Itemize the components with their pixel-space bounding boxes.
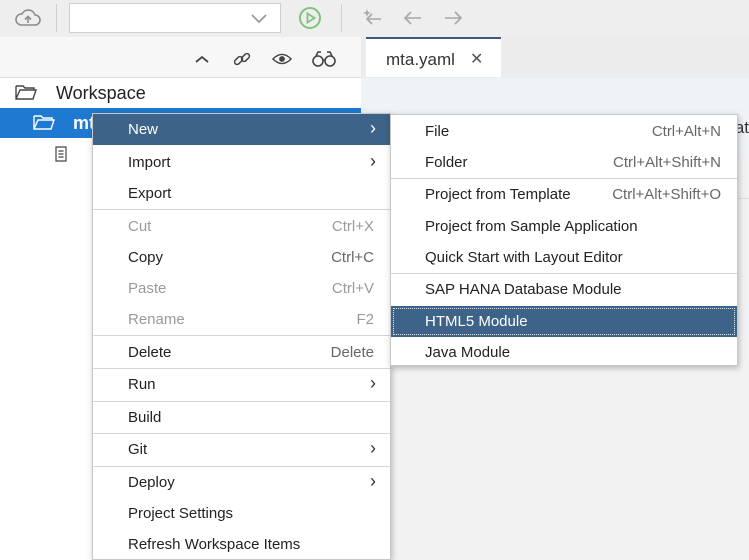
menu-item-label: Paste (128, 280, 167, 297)
main-toolbar (0, 0, 749, 37)
close-icon[interactable]: ✕ (470, 49, 483, 69)
document-icon (54, 146, 68, 167)
menu-item-shortcut: F2 (356, 311, 374, 328)
menu-item-label: Refresh Workspace Items (128, 536, 301, 553)
menu-item-label: Folder (425, 154, 468, 171)
menu-item-shortcut: Ctrl+Alt+Shift+O (612, 186, 721, 203)
menu-item-label: Build (128, 409, 162, 426)
menu-item-label: Project from Sample Application (425, 218, 638, 235)
back-arrow-icon[interactable] (399, 6, 427, 30)
menu-item-label: New (128, 121, 159, 138)
collapse-icon[interactable] (192, 49, 212, 69)
menu-item-shortcut: Ctrl+Alt+Shift+N (613, 154, 721, 171)
sparkle-arrow-icon[interactable] (360, 6, 388, 30)
menu-item-git[interactable]: Git › (93, 434, 390, 465)
menu-item-label: Run (128, 376, 156, 393)
submenu-item-file[interactable]: File Ctrl+Alt+N (391, 116, 737, 147)
menu-item-label: File (425, 123, 450, 140)
chevron-down-icon (250, 11, 268, 30)
menu-item-shortcut: Ctrl+V (331, 280, 374, 297)
chevron-right-icon: › (370, 438, 376, 458)
menu-item-label: Copy (128, 249, 164, 266)
menu-item-import[interactable]: Import › (93, 147, 390, 178)
menu-item-project-settings[interactable]: Project Settings (93, 498, 390, 529)
chevron-right-icon: › (370, 151, 376, 171)
chevron-right-icon: › (370, 471, 376, 491)
toolbar-divider (56, 4, 57, 32)
menu-separator (93, 209, 390, 210)
run-config-combo[interactable] (69, 3, 281, 33)
menu-item-label: Project from Template (425, 186, 571, 203)
tab-label: mta.yaml (386, 50, 455, 69)
menu-item-cut[interactable]: Cut Ctrl+X (93, 211, 390, 242)
menu-item-label: Cut (128, 218, 152, 235)
menu-item-run[interactable]: Run › (93, 369, 390, 400)
menu-item-copy[interactable]: Copy Ctrl+C (93, 242, 390, 273)
forward-arrow-icon[interactable] (439, 6, 467, 30)
workspace-panel-header (0, 37, 361, 78)
menu-item-paste[interactable]: Paste Ctrl+V (93, 273, 390, 304)
submenu-item-html5-module[interactable]: HTML5 Module (391, 306, 737, 337)
menu-item-label: Import (128, 154, 171, 171)
menu-item-refresh-workspace[interactable]: Refresh Workspace Items (93, 529, 390, 560)
menu-item-rename[interactable]: Rename F2 (93, 304, 390, 335)
menu-item-label: Java Module (425, 344, 511, 361)
menu-item-shortcut: Ctrl+X (331, 218, 374, 235)
menu-item-label: Deploy (128, 474, 175, 491)
menu-item-new[interactable]: New › (93, 114, 390, 145)
menu-item-build[interactable]: Build (93, 402, 390, 433)
chevron-right-icon: › (370, 373, 376, 393)
tree-item-workspace[interactable]: Workspace (0, 78, 361, 108)
menu-item-label: HTML5 Module (425, 313, 528, 330)
link-icon[interactable] (232, 49, 252, 69)
eye-icon[interactable] (272, 49, 292, 69)
submenu-item-quick-start-layout[interactable]: Quick Start with Layout Editor (391, 242, 737, 273)
folder-open-icon (32, 113, 56, 136)
menu-item-label: Export (128, 185, 172, 202)
menu-item-export[interactable]: Export (93, 178, 390, 209)
chevron-right-icon: › (370, 118, 376, 138)
menu-item-shortcut: Delete (330, 344, 374, 361)
cloud-upload-icon[interactable] (12, 6, 44, 30)
new-submenu: File Ctrl+Alt+N Folder Ctrl+Alt+Shift+N … (390, 114, 738, 366)
submenu-item-sap-hana-db-module[interactable]: SAP HANA Database Module (391, 274, 737, 305)
menu-item-label: SAP HANA Database Module (425, 281, 622, 298)
submenu-item-java-module[interactable]: Java Module (391, 337, 737, 368)
submenu-item-project-from-sample[interactable]: Project from Sample Application (391, 211, 737, 242)
menu-item-label: Project Settings (128, 505, 234, 522)
tab-mta-yaml[interactable]: mta.yaml ✕ (366, 37, 501, 77)
folder-open-icon (14, 83, 38, 106)
menu-separator (93, 335, 390, 336)
menu-item-label: Git (128, 441, 148, 458)
menu-item-shortcut: Ctrl+Alt+N (651, 123, 721, 140)
menu-item-label: Delete (128, 344, 172, 361)
menu-item-delete[interactable]: Delete Delete (93, 337, 390, 368)
menu-item-deploy[interactable]: Deploy › (93, 467, 390, 498)
submenu-item-project-from-template[interactable]: Project from Template Ctrl+Alt+Shift+O (391, 179, 737, 210)
menu-item-label: Quick Start with Layout Editor (425, 249, 623, 266)
menu-item-label: Rename (128, 311, 185, 328)
submenu-item-folder[interactable]: Folder Ctrl+Alt+Shift+N (391, 147, 737, 178)
play-icon[interactable] (296, 5, 324, 31)
binoculars-icon[interactable] (311, 49, 337, 69)
toolbar-divider (341, 4, 342, 32)
context-menu: New › Import › Export Cut Ctrl+X Copy Ct… (92, 113, 391, 560)
menu-item-shortcut: Ctrl+C (331, 249, 374, 266)
tree-item-label: Workspace (56, 83, 146, 103)
